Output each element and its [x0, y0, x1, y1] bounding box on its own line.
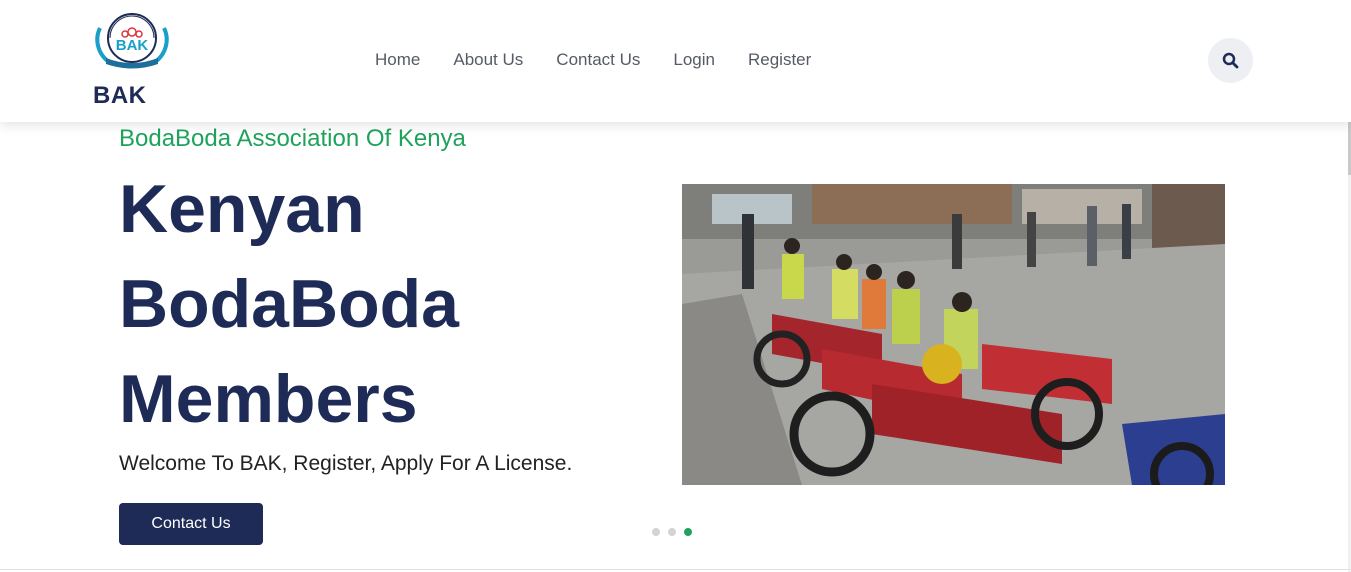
hero-subtitle: BodaBoda Association Of Kenya — [119, 125, 466, 152]
section-divider — [0, 569, 1351, 570]
brand-name[interactable]: BAK — [93, 82, 147, 110]
nav-about-us[interactable]: About Us — [453, 48, 523, 72]
logo[interactable]: BAK BAK — [88, 8, 178, 116]
logo-emblem-icon: BAK — [95, 13, 169, 69]
hero-image — [682, 184, 1225, 485]
main-nav: Home About Us Contact Us Login Register — [375, 48, 844, 72]
hero-text: Welcome To BAK, Register, Apply For A Li… — [119, 452, 573, 475]
nav-login[interactable]: Login — [673, 48, 715, 72]
search-button[interactable] — [1208, 38, 1253, 83]
search-icon — [1222, 52, 1239, 69]
nav-home[interactable]: Home — [375, 48, 420, 72]
carousel-indicators — [652, 528, 692, 536]
nav-contact-us[interactable]: Contact Us — [556, 48, 640, 72]
contact-us-button[interactable]: Contact Us — [119, 503, 263, 545]
hero-title-line: Members — [119, 361, 418, 437]
carousel-dot[interactable] — [668, 528, 676, 536]
hero-title-line: BodaBoda — [119, 266, 459, 342]
carousel-dot[interactable] — [652, 528, 660, 536]
carousel-dot-active[interactable] — [684, 528, 692, 536]
header: BAK BAK Home About Us Contact Us Login R… — [0, 0, 1351, 122]
boda-riders-photo — [682, 184, 1225, 485]
nav-register[interactable]: Register — [748, 48, 811, 72]
svg-text:BAK: BAK — [116, 37, 149, 54]
hero-title-line: Kenyan — [119, 171, 365, 247]
hero-title: Kenyan BodaBoda Members — [119, 162, 639, 447]
